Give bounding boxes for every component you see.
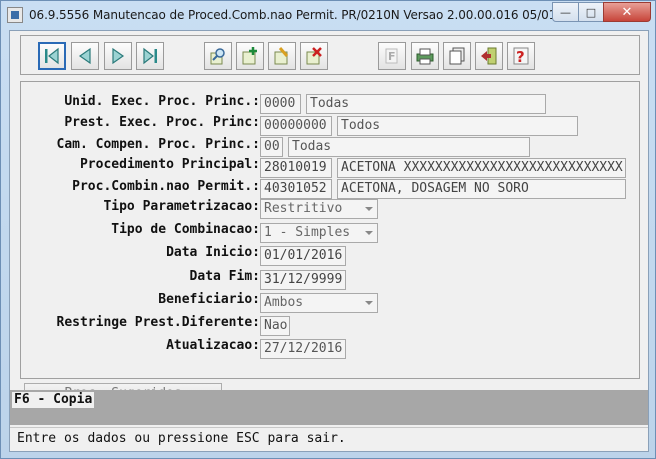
previous-icon bbox=[78, 47, 91, 65]
exit-button[interactable] bbox=[475, 42, 503, 70]
beneficiario-value: Ambos bbox=[264, 295, 304, 310]
next-record-button[interactable] bbox=[104, 42, 132, 70]
tipo-combin-select[interactable]: 1 - Simples bbox=[260, 223, 378, 243]
maximize-button[interactable]: □ bbox=[578, 2, 604, 22]
client-area: F ? Unid. Exec. Proc. Princ.: 0000 Todas… bbox=[9, 30, 649, 452]
edit-button[interactable] bbox=[268, 42, 296, 70]
last-record-button[interactable] bbox=[136, 42, 164, 70]
proc-combin-desc-field: ACETONA, DOSAGEM NO SORO bbox=[337, 179, 626, 199]
tipo-param-label: Tipo Parametrizacao: bbox=[103, 199, 260, 214]
data-inicio-label: Data Inicio: bbox=[166, 245, 260, 260]
chevron-down-icon bbox=[365, 231, 373, 235]
proc-principal-label: Procedimento Principal: bbox=[79, 157, 260, 172]
first-record-button[interactable] bbox=[38, 42, 66, 70]
unid-exec-code-field[interactable]: 0000 bbox=[260, 94, 301, 114]
previous-record-button[interactable] bbox=[71, 42, 99, 70]
print-button[interactable] bbox=[411, 42, 439, 70]
first-icon bbox=[45, 47, 59, 65]
proc-combin-label: Proc.Combin.nao Permit.: bbox=[72, 179, 260, 194]
data-inicio-field[interactable]: 01/01/2016 bbox=[260, 246, 346, 266]
data-fim-label: Data Fim: bbox=[189, 269, 260, 284]
search-icon bbox=[210, 48, 225, 65]
beneficiario-label: Beneficiario: bbox=[158, 292, 260, 307]
cam-compen-label: Cam. Compen. Proc. Princ.: bbox=[56, 137, 261, 152]
copy-button[interactable] bbox=[443, 42, 471, 70]
add-button[interactable] bbox=[236, 42, 264, 70]
data-fim-field[interactable]: 31/12/9999 bbox=[260, 270, 346, 290]
form-panel: Unid. Exec. Proc. Princ.: 0000 Todas Pre… bbox=[20, 81, 640, 405]
window-title: 06.9.5556 Manutencao de Proced.Comb.nao … bbox=[29, 8, 606, 22]
unid-exec-desc-field: Todas bbox=[306, 94, 546, 114]
prest-exec-label: Prest. Exec. Proc. Princ: bbox=[64, 115, 260, 130]
delete-button[interactable] bbox=[300, 42, 328, 70]
restringe-label: Restringe Prest.Diferente: bbox=[56, 315, 261, 330]
copy-icon bbox=[449, 47, 465, 65]
function-key-bar: F6 - Copia bbox=[10, 390, 648, 425]
exit-icon bbox=[481, 47, 497, 65]
chevron-down-icon bbox=[365, 207, 373, 211]
help-button[interactable]: ? bbox=[507, 42, 535, 70]
tipo-param-select[interactable]: Restritivo bbox=[260, 199, 378, 219]
next-icon bbox=[112, 47, 125, 65]
minimize-button[interactable]: — bbox=[552, 2, 579, 22]
cam-compen-code-field[interactable]: 00 bbox=[260, 137, 283, 157]
atualizacao-label: Atualizacao: bbox=[166, 338, 260, 353]
close-button[interactable]: ✕ bbox=[603, 2, 651, 22]
proc-combin-code-field[interactable]: 40301052 bbox=[260, 179, 332, 199]
help-icon: ? bbox=[513, 47, 529, 66]
edit-icon bbox=[274, 47, 289, 65]
svg-text:F: F bbox=[388, 50, 396, 63]
f6-copy-hint[interactable]: F6 - Copia bbox=[12, 392, 95, 408]
print-icon bbox=[416, 48, 434, 65]
prest-exec-code-field[interactable]: 00000000 bbox=[260, 116, 332, 136]
chevron-down-icon bbox=[365, 301, 373, 305]
atualizacao-field: 27/12/2016 bbox=[260, 339, 346, 359]
last-icon bbox=[143, 47, 157, 65]
minimize-icon: — bbox=[560, 5, 571, 19]
cam-compen-desc-field: Todas bbox=[288, 137, 530, 157]
proc-principal-code-field[interactable]: 28010019 bbox=[260, 158, 332, 178]
app-icon bbox=[7, 7, 23, 23]
svg-text:?: ? bbox=[516, 48, 525, 66]
add-icon bbox=[242, 47, 257, 65]
delete-icon bbox=[306, 47, 322, 65]
close-icon: ✕ bbox=[621, 4, 633, 20]
status-bar: Entre os dados ou pressione ESC para sai… bbox=[10, 427, 648, 451]
restringe-field[interactable]: Nao bbox=[260, 316, 290, 336]
proc-principal-desc-field: ACETONA XXXXXXXXXXXXXXXXXXXXXXXXXXXX bbox=[337, 158, 626, 178]
f-button[interactable]: F bbox=[378, 42, 406, 70]
prest-exec-desc-field: Todos bbox=[337, 116, 578, 136]
title-bar[interactable]: 06.9.5556 Manutencao de Proced.Comb.nao … bbox=[1, 1, 655, 29]
f-icon: F bbox=[385, 48, 398, 64]
beneficiario-select[interactable]: Ambos bbox=[260, 293, 378, 313]
tipo-param-value: Restritivo bbox=[264, 201, 343, 216]
tipo-combin-label: Tipo de Combinacao: bbox=[111, 222, 260, 237]
search-button[interactable] bbox=[204, 42, 232, 70]
tipo-combin-value: 1 - Simples bbox=[264, 225, 351, 240]
toolbar: F ? bbox=[20, 35, 640, 75]
maximize-icon: □ bbox=[585, 5, 597, 19]
status-message: Entre os dados ou pressione ESC para sai… bbox=[17, 431, 346, 446]
unid-exec-label: Unid. Exec. Proc. Princ.: bbox=[64, 94, 260, 109]
application-window: 06.9.5556 Manutencao de Proced.Comb.nao … bbox=[0, 0, 656, 459]
